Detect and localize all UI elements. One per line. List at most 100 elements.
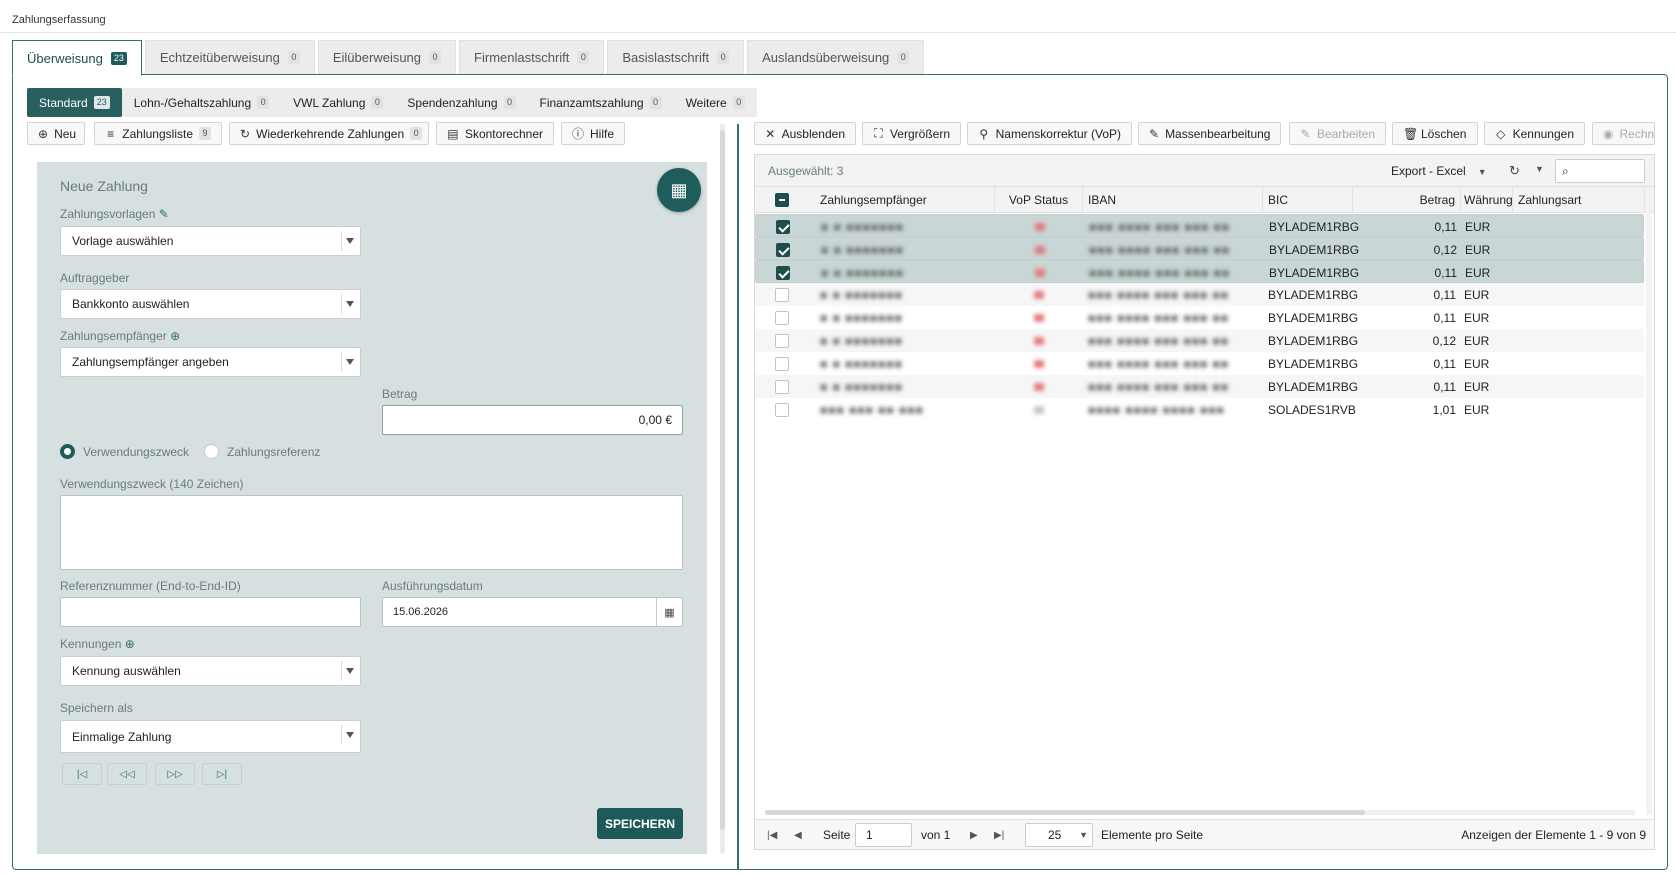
table-row[interactable]: ■ ■ ■■■■■■■ ■■■ ■■■■ ■■■ ■■■ ■■ BYLADEM1RB… (755, 214, 1644, 237)
reference-radio[interactable] (204, 444, 219, 459)
tab-auslandsueberweisung[interactable]: Auslandsüberweisung 0 (747, 40, 925, 74)
save-button[interactable]: SPEICHERN (597, 808, 683, 839)
row-checkbox[interactable] (775, 380, 789, 394)
payment-list-button[interactable]: ≡ Zahlungsliste 9 (94, 122, 222, 145)
table-row[interactable]: ■ ■ ■■■■■■■ ■■■ ■■■■ ■■■ ■■■ ■■ BYLADEM1RB… (755, 375, 1644, 398)
grid-horizontal-scrollbar[interactable] (765, 810, 1635, 815)
refresh-icon[interactable]: ↻ (1509, 163, 1520, 179)
row-checkbox[interactable] (776, 220, 790, 234)
amount-input[interactable]: 0,00 € (382, 405, 683, 435)
delete-button[interactable]: 🗑 Löschen (1392, 122, 1478, 145)
subtab-lohn-gehalt[interactable]: Lohn-/Gehaltszahlung 0 (122, 88, 281, 117)
subtab-vwl[interactable]: VWL Zahlung 0 (281, 88, 395, 117)
button-label: Hilfe (590, 126, 615, 141)
pencil-icon[interactable]: ✎ (159, 207, 169, 221)
chevron-down-icon (346, 238, 354, 244)
iban-cell: ■■■ ■■■■ ■■■ ■■■ ■■ (1088, 333, 1230, 348)
tab-ueberweisung[interactable]: Überweisung 23 (12, 40, 142, 76)
qr-code-icon: ▦ (670, 179, 688, 200)
scrollbar-thumb[interactable] (765, 810, 1365, 815)
previous-record-button[interactable]: ◁◁ (107, 763, 147, 785)
edit-button[interactable]: ✎ Bearbeiten (1289, 122, 1386, 145)
col-header-bic[interactable]: BIC (1263, 187, 1353, 213)
payer-account-select[interactable]: Bankkonto auswählen (60, 289, 361, 319)
vop-status-icon (1034, 290, 1044, 299)
tab-echtzeitueberweisung[interactable]: Echtzeitüberweisung 0 (144, 40, 315, 74)
select-all-checkbox[interactable] (775, 193, 789, 207)
subtab-weitere[interactable]: Weitere 0 (674, 88, 757, 117)
row-checkbox[interactable] (775, 357, 789, 371)
splitter[interactable] (737, 124, 739, 870)
tab-eilueberweisung[interactable]: Eilüberweisung 0 (317, 40, 457, 74)
subtab-label: VWL Zahlung (293, 95, 366, 110)
hide-button[interactable]: ✕ Ausblenden (754, 122, 856, 145)
save-as-select[interactable]: Einmalige Zahlung (60, 720, 361, 753)
page-number-input[interactable]: 1 (855, 823, 912, 847)
calendar-icon[interactable]: ▦ (656, 598, 682, 626)
col-header-type[interactable]: Zahlungsart (1513, 187, 1645, 213)
payee-select[interactable]: Zahlungsempfänger angeben (60, 347, 361, 377)
col-header-iban[interactable]: IBAN (1083, 187, 1263, 213)
amount-cell: 1,01 (1432, 402, 1456, 417)
tab-count-badge: 0 (287, 51, 300, 64)
row-checkbox[interactable] (776, 243, 790, 257)
e2e-id-input[interactable] (60, 597, 361, 627)
invoice-button[interactable]: ◉ Rechn (1592, 122, 1655, 145)
help-button[interactable]: ⓘ Hilfe (561, 122, 625, 145)
discount-calculator-button[interactable]: ▤ Skontorechner (436, 122, 554, 145)
row-checkbox[interactable] (775, 288, 789, 302)
subtab-count-badge: 0 (371, 96, 384, 109)
name-correction-button[interactable]: ⚲ Namenskorrektur (VoP) (967, 122, 1132, 145)
last-record-button[interactable]: ▷| (202, 763, 242, 785)
table-row[interactable]: ■ ■ ■■■■■■■ ■■■ ■■■■ ■■■ ■■■ ■■ BYLADEM1RB… (755, 352, 1644, 375)
row-checkbox[interactable] (775, 403, 789, 417)
col-header-currency[interactable]: Währung (1461, 187, 1513, 213)
qr-code-button[interactable]: ▦ (657, 168, 701, 212)
first-page-icon[interactable]: |◀ (767, 820, 777, 850)
scrollbar-thumb[interactable] (720, 130, 725, 830)
tab-count-badge: 23 (110, 51, 127, 65)
row-checkbox[interactable] (775, 311, 789, 325)
add-payee-icon[interactable]: ⊕ (170, 329, 180, 343)
col-header-payee[interactable]: Zahlungsempfänger (815, 187, 995, 213)
previous-page-icon[interactable]: ◀ (794, 820, 802, 850)
next-record-button[interactable]: ▷▷ (155, 763, 195, 785)
add-id-icon[interactable]: ⊕ (125, 637, 135, 651)
page-size-select[interactable]: 25 ▼ (1025, 823, 1093, 847)
row-checkbox[interactable] (775, 334, 789, 348)
table-row[interactable]: ■ ■ ■■■■■■■ ■■■ ■■■■ ■■■ ■■■ ■■ BYLADEM1RB… (755, 306, 1644, 329)
new-button[interactable]: ⊕ Neu (27, 122, 85, 145)
table-row[interactable]: ■ ■ ■■■■■■■ ■■■ ■■■■ ■■■ ■■■ ■■ BYLADEM1RB… (755, 283, 1644, 306)
purpose-radio[interactable] (60, 444, 75, 459)
col-header-vop[interactable]: VoP Status (995, 187, 1083, 213)
refresh-options-icon[interactable]: ▼ (1535, 164, 1544, 174)
table-row[interactable]: ■■■ ■■■ ■■ ■■■ ■■■■ ■■■■ ■■■■ ■■■ SOLADES1… (755, 398, 1644, 421)
purpose-textarea[interactable] (60, 495, 683, 570)
subtab-finanzamt[interactable]: Finanzamtszahlung 0 (528, 88, 674, 117)
tab-firmenlastschrift[interactable]: Firmenlastschrift 0 (459, 40, 605, 74)
subtab-spenden[interactable]: Spendenzahlung 0 (395, 88, 527, 117)
enlarge-button[interactable]: ⛶ Vergrößern (862, 122, 961, 145)
table-row[interactable]: ■ ■ ■■■■■■■ ■■■ ■■■■ ■■■ ■■■ ■■ BYLADEM1RB… (755, 329, 1644, 352)
table-row[interactable]: ■ ■ ■■■■■■■ ■■■ ■■■■ ■■■ ■■■ ■■ BYLADEM1RB… (755, 260, 1644, 283)
export-select[interactable]: Export - Excel ▼ (1391, 164, 1487, 178)
ids-button[interactable]: ◇ Kennungen (1484, 122, 1585, 145)
col-header-amount[interactable]: Betrag (1353, 187, 1461, 213)
next-page-icon[interactable]: ▶ (970, 820, 978, 850)
row-checkbox[interactable] (776, 266, 790, 280)
recurring-payments-button[interactable]: ↻ Wiederkehrende Zahlungen 0 (229, 122, 429, 145)
execution-date-input[interactable]: 15.06.2026 ▦ (382, 597, 683, 627)
last-page-icon[interactable]: ▶| (994, 820, 1004, 850)
table-row[interactable]: ■ ■ ■■■■■■■ ■■■ ■■■■ ■■■ ■■■ ■■ BYLADEM1RB… (755, 237, 1644, 260)
subtab-count-badge: 0 (732, 96, 745, 109)
grid-vertical-scrollbar[interactable] (1646, 203, 1652, 815)
template-select[interactable]: Vorlage auswählen (60, 226, 361, 256)
left-scrollbar[interactable] (720, 124, 725, 854)
id-select[interactable]: Kennung auswählen (60, 656, 361, 686)
divider (341, 294, 342, 314)
tab-basislastschrift[interactable]: Basislastschrift 0 (607, 40, 745, 74)
first-record-button[interactable]: |◁ (62, 763, 102, 785)
subtab-standard[interactable]: Standard 23 (27, 88, 122, 117)
mass-edit-button[interactable]: ✎ Massenbearbeitung (1138, 122, 1281, 145)
grid-search-input[interactable]: ⌕ (1555, 159, 1645, 183)
